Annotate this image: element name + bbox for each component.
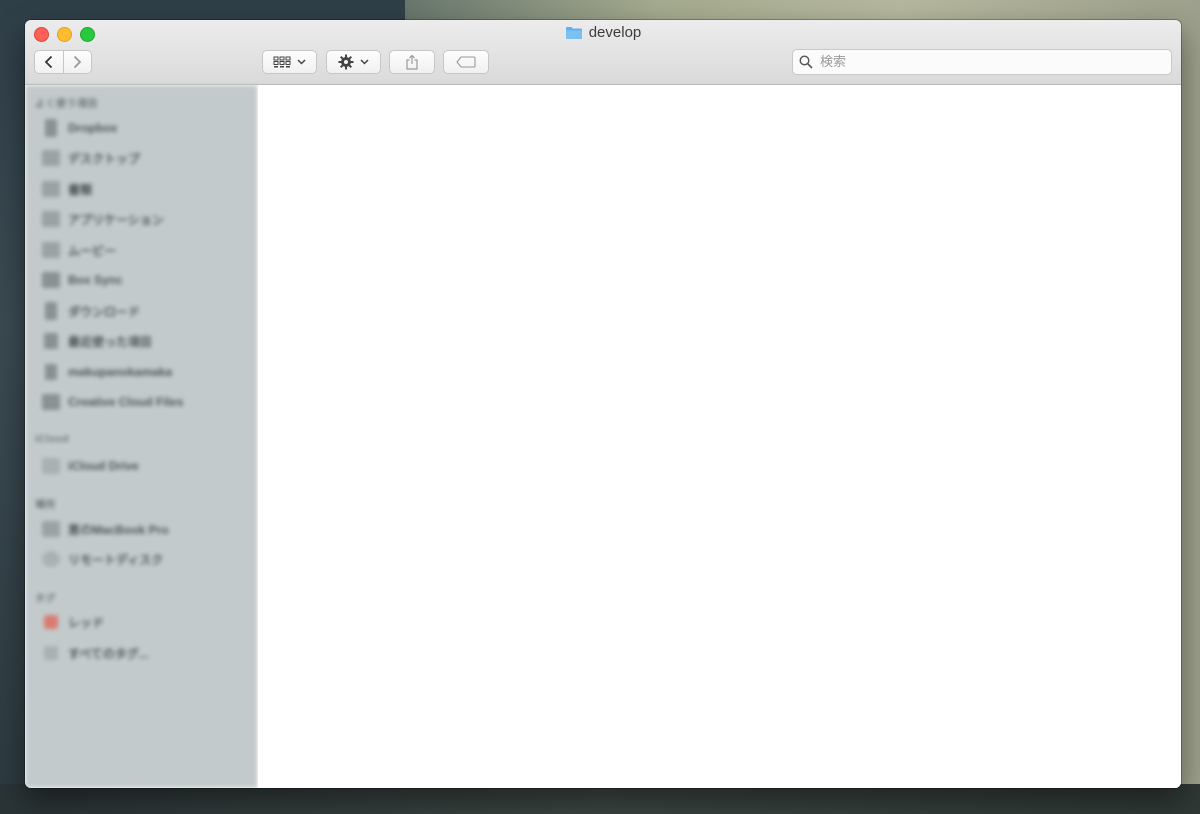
file-list-area[interactable] — [258, 85, 1181, 788]
documents-icon — [42, 181, 60, 197]
sidebar-item-label: 書類 — [68, 182, 93, 197]
chevron-down-icon — [297, 59, 306, 65]
sidebar-item-label: ムービー — [68, 243, 117, 258]
sidebar-item-movies[interactable]: ムービー — [42, 241, 116, 259]
laptop-icon — [42, 521, 60, 537]
downloads-icon — [45, 302, 57, 320]
chevron-left-icon — [44, 55, 52, 69]
sidebar-item-label: 恵のMacBook Pro — [68, 522, 169, 537]
creative-cloud-icon — [42, 394, 60, 410]
sidebar-item-all-tags[interactable]: すべてのタグ... — [42, 644, 149, 662]
icloud-icon — [42, 458, 60, 474]
sidebar-item-label: ダウンロード — [68, 304, 141, 319]
forward-button[interactable] — [62, 51, 92, 73]
sidebar-item-label: アプリケーション — [68, 212, 164, 227]
sidebar-item-label: すべてのタグ... — [68, 646, 149, 661]
desktop-background-bottom — [0, 784, 1200, 814]
applications-icon — [42, 211, 60, 227]
sidebar-item-recents[interactable]: 最近使った項目 — [42, 332, 152, 350]
search-field[interactable] — [792, 49, 1172, 75]
tag-button[interactable] — [443, 50, 489, 74]
finder-window: develop 検索 よく使う項目 Dropbox デスクトップ 書類 アプリケ… — [25, 20, 1181, 788]
tag-icon — [456, 56, 476, 68]
sidebar: よく使う項目 Dropbox デスクトップ 書類 アプリケーション ムービー B… — [25, 85, 257, 788]
sidebar-header-icloud: iCloud — [35, 434, 70, 445]
sidebar-item-macbook[interactable]: 恵のMacBook Pro — [42, 520, 169, 538]
sidebar-item-label: Box Sync — [68, 273, 123, 287]
sidebar-item-dropbox[interactable]: Dropbox — [42, 119, 117, 137]
sidebar-item-tag-red[interactable]: レッド — [42, 613, 104, 631]
sidebar-item-icloud-drive[interactable]: iCloud Drive — [42, 457, 139, 475]
navigation-buttons — [34, 50, 92, 74]
dropbox-icon — [45, 119, 57, 137]
sidebar-item-desktop[interactable]: デスクトップ — [42, 149, 140, 167]
recents-icon — [44, 333, 58, 349]
movies-icon — [42, 242, 60, 258]
remote-disc-icon — [42, 551, 60, 567]
sidebar-item-label: リモートディスク — [68, 552, 164, 567]
sidebar-item-remote-disc[interactable]: リモートディスク — [42, 550, 163, 568]
window-title-text: develop — [588, 24, 642, 41]
gear-icon — [338, 54, 354, 70]
red-tag-icon — [44, 615, 58, 629]
search-input[interactable] — [818, 53, 1152, 71]
sidebar-item-documents[interactable]: 書類 — [42, 180, 92, 198]
sidebar-header-tags: タグ — [35, 594, 56, 605]
sidebar-item-label: iCloud Drive — [68, 459, 139, 473]
home-icon — [45, 364, 57, 380]
box-sync-icon — [42, 272, 60, 288]
sidebar-item-label: 最近使った項目 — [68, 334, 153, 349]
sidebar-header-favorites: よく使う項目 — [35, 99, 98, 110]
share-button[interactable] — [389, 50, 435, 74]
sidebar-item-downloads[interactable]: ダウンロード — [42, 302, 140, 320]
sidebar-item-label: Creative Cloud Files — [68, 395, 184, 409]
desktop-icon — [42, 150, 60, 166]
titlebar: develop — [25, 20, 1181, 85]
view-options-button[interactable] — [262, 50, 317, 74]
search-icon — [799, 55, 813, 69]
window-title: develop — [25, 24, 1181, 41]
all-tags-icon — [44, 646, 58, 660]
sidebar-item-home[interactable]: makupanokamaka — [42, 363, 172, 381]
chevron-right-icon — [74, 55, 82, 69]
sidebar-item-label: レッド — [68, 615, 105, 630]
chevron-down-icon — [360, 59, 369, 65]
share-icon — [406, 54, 418, 70]
folder-icon — [565, 26, 582, 39]
sidebar-header-locations: 場所 — [35, 500, 56, 511]
back-button[interactable] — [35, 51, 63, 73]
sidebar-item-label: makupanokamaka — [68, 365, 173, 379]
action-menu-button[interactable] — [326, 50, 381, 74]
sidebar-item-creative-cloud[interactable]: Creative Cloud Files — [42, 393, 183, 411]
sidebar-item-label: Dropbox — [68, 121, 118, 135]
sidebar-item-box-sync[interactable]: Box Sync — [42, 271, 123, 289]
sidebar-item-applications[interactable]: アプリケーション — [42, 210, 164, 228]
grid-view-icon — [273, 56, 291, 67]
sidebar-item-label: デスクトップ — [68, 151, 141, 166]
